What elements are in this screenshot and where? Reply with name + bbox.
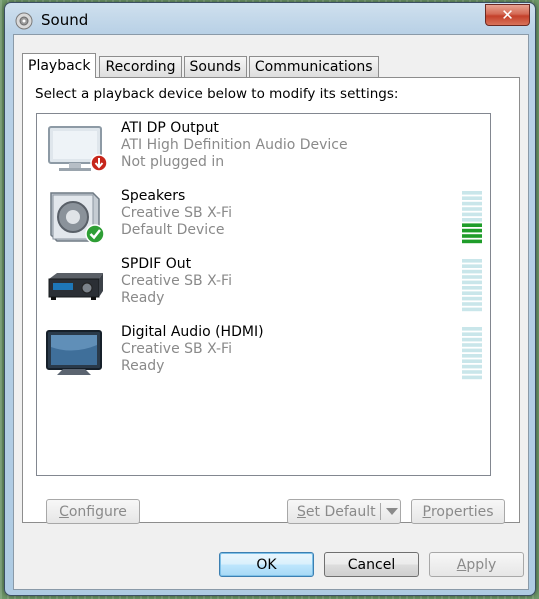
device-name: ATI DP Output <box>121 120 219 136</box>
dropdown-arrow-icon[interactable] <box>386 508 398 515</box>
meter-segment <box>462 337 482 342</box>
meter-segment <box>462 280 482 285</box>
monitor-disconnected-icon <box>48 126 107 172</box>
tab-sounds[interactable]: Sounds <box>183 56 247 78</box>
meter-segment <box>462 264 482 268</box>
mnemonic-letter: S <box>297 503 306 520</box>
meter-segment <box>462 239 482 244</box>
device-driver: Creative SB X-Fi <box>121 341 232 357</box>
receiver-icon <box>48 273 103 300</box>
meter-segment <box>462 218 482 222</box>
volume-level-meter <box>462 327 482 380</box>
meter-segment <box>462 296 482 301</box>
device-name: Digital Audio (HDMI) <box>121 324 264 340</box>
device-status: Not plugged in <box>121 154 225 170</box>
monitor-icon <box>46 330 102 375</box>
device-list[interactable]: ATI DP Output ATI High Definition Audio … <box>36 113 491 476</box>
dialog-client-area: Playback Recording Sounds Communications… <box>13 34 529 590</box>
meter-segment <box>462 269 482 274</box>
device-item-speakers[interactable]: Speakers Creative SB X-Fi Default Device <box>37 184 490 252</box>
meter-segment <box>462 234 482 238</box>
close-icon: ✕ <box>501 6 514 24</box>
mnemonic-letter: A <box>456 556 467 573</box>
meter-segment <box>462 286 482 290</box>
device-item-ati-dp-output[interactable]: ATI DP Output ATI High Definition Audio … <box>37 116 490 184</box>
meter-segment <box>462 370 482 374</box>
configure-button[interactable]: Configure <box>46 499 140 524</box>
meter-segment <box>462 207 482 211</box>
device-name: Speakers <box>121 188 186 204</box>
volume-level-meter <box>462 191 482 244</box>
volume-level-meter <box>462 259 482 312</box>
mnemonic-letter: P <box>422 503 431 520</box>
meter-segment <box>462 359 482 363</box>
tab-communications[interactable]: Communications <box>248 56 379 78</box>
meter-segment <box>462 327 482 331</box>
tab-strip: Playback Recording Sounds Communications <box>22 53 381 78</box>
button-label: onfigure <box>68 503 127 520</box>
device-item-spdif-out[interactable]: SPDIF Out Creative SB X-Fi Ready <box>37 252 490 320</box>
device-driver: Creative SB X-Fi <box>121 205 232 221</box>
device-status: Default Device <box>121 222 225 238</box>
meter-segment <box>462 307 482 312</box>
meter-segment <box>462 348 482 353</box>
green-check-badge-icon <box>85 224 105 244</box>
meter-segment <box>462 291 482 295</box>
split-divider <box>380 503 381 520</box>
meter-segment <box>462 364 482 369</box>
close-button[interactable]: ✕ <box>485 4 530 26</box>
device-driver: ATI High Definition Audio Device <box>121 137 348 153</box>
device-name: SPDIF Out <box>121 256 192 272</box>
button-label: et Default <box>305 503 376 520</box>
button-label: pply <box>466 556 497 573</box>
button-label: roperties <box>430 503 494 520</box>
meter-segment <box>462 275 482 279</box>
title-bar[interactable]: Sound ✕ <box>5 3 535 37</box>
meter-segment <box>462 259 482 263</box>
meter-segment <box>462 196 482 200</box>
mnemonic-letter: C <box>59 503 69 520</box>
meter-segment <box>462 375 482 380</box>
ok-button[interactable]: OK <box>219 552 314 577</box>
speaker-icon <box>50 192 105 244</box>
device-item-digital-audio-hdmi[interactable]: Digital Audio (HDMI) Creative SB X-Fi Re… <box>37 320 490 388</box>
meter-segment <box>462 191 482 195</box>
sound-speaker-icon <box>15 12 33 30</box>
set-default-split-button[interactable]: Set Default <box>287 499 401 524</box>
apply-button[interactable]: Apply <box>429 552 524 577</box>
meter-segment <box>462 223 482 227</box>
window-title: Sound <box>41 11 89 29</box>
meter-segment <box>462 228 482 233</box>
meter-segment <box>462 343 482 347</box>
device-driver: Creative SB X-Fi <box>121 273 232 289</box>
meter-segment <box>462 302 482 306</box>
cancel-button[interactable]: Cancel <box>324 552 419 577</box>
tab-recording[interactable]: Recording <box>99 56 182 78</box>
device-status: Ready <box>121 358 165 374</box>
properties-button[interactable]: Properties <box>411 499 505 524</box>
meter-segment <box>462 332 482 336</box>
meter-segment <box>462 354 482 358</box>
instruction-text: Select a playback device below to modify… <box>35 86 399 102</box>
device-status: Ready <box>121 290 165 306</box>
tab-playback[interactable]: Playback <box>22 53 97 78</box>
meter-segment <box>462 212 482 217</box>
meter-segment <box>462 201 482 206</box>
sound-dialog: Sound ✕ Playback Recording Sounds Commun… <box>4 2 536 596</box>
